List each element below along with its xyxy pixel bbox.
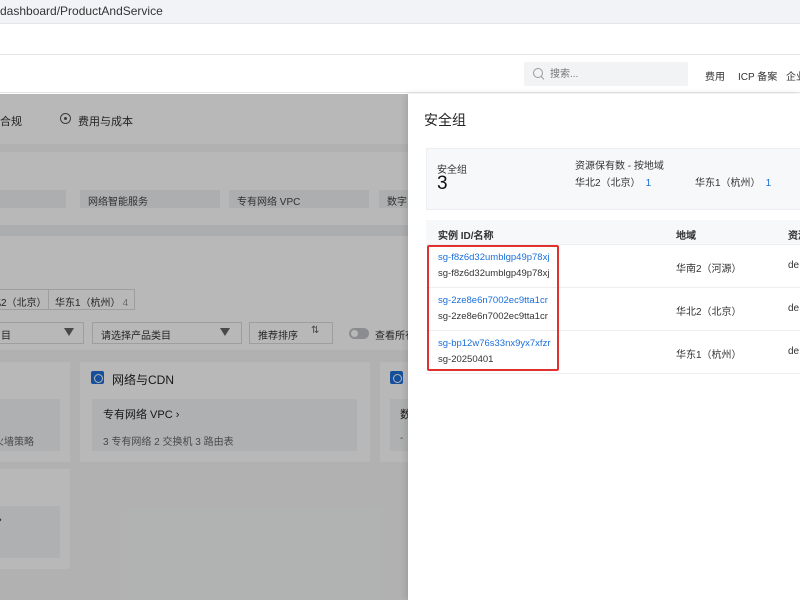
summary-region-hangzhou: 华东1（杭州） 1 [695,174,771,189]
summary-box: 安全组 3 资源保有数 - 按地域 华北2（北京） 1 华东1（杭州） 1 [426,148,800,210]
instance-name: sg-f8z6d32umblgp49p78xj [438,268,550,279]
region-name: 华东1（杭州） [695,178,761,189]
table-row: sg-f8z6d32umblgp49p78xj sg-f8z6d32umblgp… [426,245,800,288]
console-header: 费用 ICP 备案 企业 [0,54,800,93]
instance-resource: de [788,303,800,314]
header-link-enterprise[interactable]: 企业 [786,68,800,83]
instance-id-link[interactable]: sg-bp12w76s33nx9yx7xfzr [438,338,550,349]
browser-address-bar[interactable]: dashboard/ProductAndService [0,0,800,24]
column-header-region: 地域 [676,231,696,242]
region-distribution-label: 资源保有数 - 按地域 [575,161,664,172]
instance-region: 华北2（北京） [676,307,742,318]
url-text[interactable]: dashboard/ProductAndService [0,4,163,18]
table-row: sg-bp12w76s33nx9yx7xfzr sg-20250401 华东1（… [426,331,800,374]
drawer-title: 安全组 [424,112,466,128]
instance-name: sg-2ze8e6n7002ec9tta1cr [438,311,548,322]
search-icon [533,68,543,78]
instance-resource: de [788,260,800,271]
instance-id-link[interactable]: sg-f8z6d32umblgp49p78xj [438,252,549,263]
region-count-link[interactable]: 1 [646,178,652,189]
table-header: 实例 ID/名称 地域 资源 [426,220,800,245]
region-count-link[interactable]: 1 [766,178,772,189]
instance-id-link[interactable]: sg-2ze8e6n7002ec9tta1cr [438,295,548,306]
modal-overlay[interactable] [0,94,408,600]
column-header-instance: 实例 ID/名称 [438,231,494,242]
summary-region-beijing: 华北2（北京） 1 [575,174,651,189]
summary-count: 3 [437,173,448,194]
security-group-drawer: 安全组 安全组 3 资源保有数 - 按地域 华北2（北京） 1 华东1（杭州） 1 … [408,94,800,600]
instance-resource: de [788,346,800,357]
search-input[interactable] [524,62,688,86]
instance-region: 华东1（杭州） [676,350,742,361]
instance-region: 华南2（河源） [676,264,742,275]
column-header-resource: 资源 [788,231,800,242]
header-link-icp[interactable]: ICP 备案 [738,68,777,83]
region-name: 华北2（北京） [575,178,641,189]
table-row: sg-2ze8e6n7002ec9tta1cr sg-2ze8e6n7002ec… [426,288,800,331]
instance-name: sg-20250401 [438,354,494,365]
header-link-billing[interactable]: 费用 [705,68,725,83]
